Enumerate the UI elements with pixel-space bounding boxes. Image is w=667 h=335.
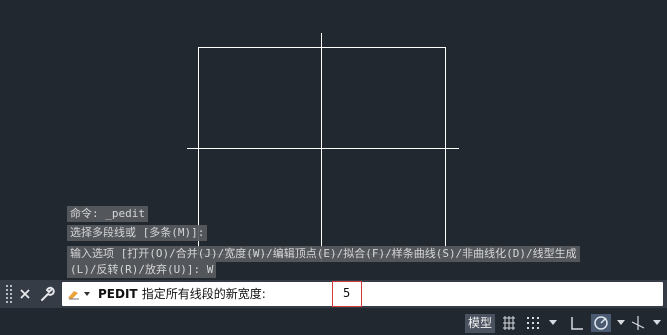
chevron-down-icon[interactable]	[549, 320, 557, 325]
status-bar: 模型	[0, 311, 667, 335]
prompt-message: 指定所有线段的新宽度:	[141, 287, 266, 301]
history-line-2: 选择多段线或 [多条(M)]:	[67, 225, 208, 241]
history-line-3: 输入选项 [打开(O)/合并(J)/宽度(W)/编辑顶点(E)/拟合(F)/样条…	[67, 246, 580, 262]
command-name: PEDIT	[98, 287, 138, 301]
command-bar: PEDIT 指定所有线段的新宽度: 5	[0, 280, 667, 308]
isodraft-icon[interactable]	[629, 314, 649, 332]
command-prompt: PEDIT 指定所有线段的新宽度:	[98, 286, 266, 302]
wrench-icon[interactable]	[38, 284, 56, 304]
command-input[interactable]: PEDIT 指定所有线段的新宽度: 5	[62, 281, 663, 307]
close-icon[interactable]	[16, 284, 34, 304]
ortho-icon[interactable]	[567, 314, 587, 332]
prompt-icon[interactable]	[66, 287, 92, 301]
model-tab[interactable]: 模型	[465, 314, 495, 333]
history-line-4: (L)/反转(R)/放弃(U)]: W	[67, 262, 217, 278]
grid-icon[interactable]	[499, 314, 519, 332]
chevron-down-icon[interactable]	[653, 320, 661, 325]
width-value-input[interactable]: 5	[332, 281, 362, 307]
history-line-1: 命令: _pedit	[67, 206, 148, 222]
chevron-down-icon[interactable]	[617, 320, 625, 325]
snap-icon[interactable]	[523, 314, 543, 332]
polar-icon[interactable]	[591, 314, 611, 332]
grip-icon[interactable]	[6, 285, 12, 303]
